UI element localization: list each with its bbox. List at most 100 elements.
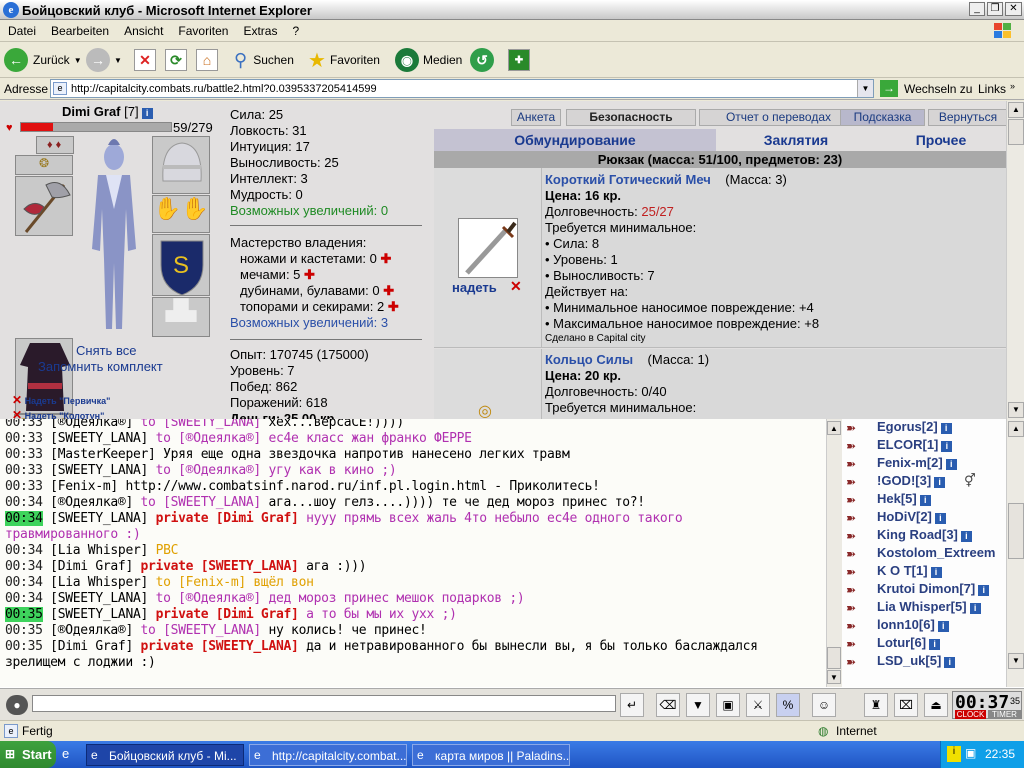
- timer-tab[interactable]: TIMER: [988, 710, 1021, 719]
- return-button[interactable]: Вернуться: [928, 109, 1008, 126]
- info-icon[interactable]: i: [919, 495, 931, 506]
- menu-favoriten[interactable]: Favoriten: [170, 20, 235, 38]
- scroll-up-arrow-icon[interactable]: ▲: [827, 421, 841, 435]
- wear-link[interactable]: надеть: [452, 280, 497, 295]
- user-name[interactable]: Fenix-m[2] i: [877, 455, 957, 470]
- private-message-icon[interactable]: ➽: [846, 583, 864, 597]
- clock-tab[interactable]: CLOCK: [955, 710, 986, 719]
- hint-button[interactable]: Подсказка: [840, 109, 925, 126]
- transfers-report-button[interactable]: Отчет о переводах: [699, 109, 858, 126]
- drop-icon[interactable]: ✕: [510, 278, 522, 295]
- private-message-icon[interactable]: ➽: [846, 475, 864, 489]
- user-list-item[interactable]: ➽ Fenix-m[2] i: [842, 455, 1008, 473]
- search-button[interactable]: ⚲ Suchen: [234, 46, 294, 74]
- user-list-item[interactable]: ➽ Egorus[2] i: [842, 419, 1008, 437]
- chat-recipient[interactable]: to [®Одеялка®]: [156, 431, 262, 446]
- exit-icon[interactable]: ⏏: [924, 693, 948, 717]
- user-name[interactable]: Krutoi Dimon[7] i: [877, 581, 990, 596]
- chat-nick[interactable]: [SWEETY_LANA]: [50, 591, 148, 606]
- maximize-button[interactable]: ❐: [987, 2, 1003, 16]
- chat-nick[interactable]: [SWEETY_LANA]: [50, 511, 148, 526]
- plus-icon[interactable]: ✚: [381, 251, 392, 266]
- chat-recipient[interactable]: to [SWEETY_LANA]: [141, 495, 262, 510]
- chat-recipient[interactable]: to [SWEETY_LANA]: [141, 419, 262, 430]
- boots-slot[interactable]: ▟▙: [152, 297, 210, 337]
- set-secondary-link[interactable]: ✕ Надеть "Колотун": [12, 408, 104, 419]
- smile-icon[interactable]: ☺: [812, 693, 836, 717]
- user-name[interactable]: !GOD![3] i: [877, 473, 946, 488]
- chat-recipient[interactable]: to [SWEETY_LANA]: [141, 623, 262, 638]
- user-list-item[interactable]: ➽ King Road[3] i: [842, 527, 1008, 545]
- security-button[interactable]: Безопасность: [566, 109, 696, 126]
- users-scrollbar[interactable]: ▲ ▼: [1006, 419, 1024, 687]
- helmet-slot[interactable]: [152, 136, 210, 194]
- private-message-icon[interactable]: ➽: [846, 619, 864, 633]
- user-list-item[interactable]: ➽ K O T[1] i: [842, 563, 1008, 581]
- chat-nick[interactable]: [MasterKeeper]: [50, 447, 156, 462]
- chat-nick[interactable]: [Fenix-m]: [50, 479, 118, 494]
- minimize-button[interactable]: _: [969, 2, 985, 16]
- page-scrollbar[interactable]: ▲ ▼: [1006, 101, 1024, 419]
- private-message-icon[interactable]: ➽: [846, 529, 864, 543]
- info-icon[interactable]: i: [929, 639, 941, 650]
- scroll-up-arrow-icon[interactable]: ▲: [1008, 421, 1024, 437]
- user-name[interactable]: ELCOR[1] i: [877, 437, 953, 452]
- info-icon[interactable]: i: [937, 621, 949, 632]
- back-button[interactable]: ← Zurück ▼: [4, 46, 82, 74]
- remember-set-link[interactable]: Запомнить комплект: [38, 359, 163, 374]
- media-button[interactable]: ◉ Medien: [395, 46, 462, 74]
- set-primary-link[interactable]: ✕ Надеть "Первичка": [12, 393, 110, 407]
- chat-scrollbar[interactable]: ▲ ▼: [826, 419, 842, 687]
- item-name[interactable]: Кольцо Силы: [545, 352, 633, 367]
- private-message-icon[interactable]: ➽: [846, 421, 864, 435]
- chat-nick[interactable]: [SWEETY_LANA]: [50, 431, 148, 446]
- send-icon[interactable]: ↵: [620, 693, 644, 717]
- scrollbar-thumb[interactable]: [1008, 503, 1024, 559]
- info-icon[interactable]: i: [934, 477, 946, 488]
- scroll-up-arrow-icon[interactable]: ▲: [1008, 102, 1024, 118]
- info-icon[interactable]: i: [978, 585, 990, 596]
- profile-button[interactable]: Анкета: [511, 109, 561, 126]
- private-message-icon[interactable]: ➽: [846, 655, 864, 669]
- info-icon[interactable]: i: [969, 603, 981, 614]
- scroll-down-arrow-icon[interactable]: ▼: [1008, 653, 1024, 669]
- address-input[interactable]: e http://capitalcity.combats.ru/battle2.…: [50, 79, 874, 98]
- info-icon[interactable]: i: [141, 108, 153, 119]
- user-name[interactable]: lonn10[6] i: [877, 617, 949, 632]
- shield-slot[interactable]: S: [152, 234, 210, 296]
- user-list-item[interactable]: ➽ ELCOR[1] i: [842, 437, 1008, 455]
- links-button[interactable]: Links: [978, 82, 1006, 96]
- info-icon[interactable]: i: [930, 567, 942, 578]
- tab-other[interactable]: Прочее: [876, 129, 1006, 151]
- task-paladins[interactable]: e карта миров || Paladins....: [412, 744, 570, 766]
- user-name[interactable]: Lia Whisper[5] i: [877, 599, 981, 614]
- bag-icon[interactable]: ♜: [864, 693, 888, 717]
- task-capitalcity[interactable]: e http://capitalcity.combat...: [249, 744, 407, 766]
- close-button[interactable]: ✕: [1005, 2, 1022, 16]
- chat-nick[interactable]: [SWEETY_LANA]: [50, 607, 148, 622]
- scroll-down-arrow-icon[interactable]: ▼: [1008, 402, 1024, 418]
- user-name[interactable]: Lotur[6] i: [877, 635, 941, 650]
- user-list-item[interactable]: ➽ Lotur[6] i: [842, 635, 1008, 653]
- ring-icon[interactable]: ◎: [478, 401, 498, 420]
- info-icon[interactable]: i: [960, 531, 972, 542]
- user-list-item[interactable]: ➽ Lia Whisper[5] i: [842, 599, 1008, 617]
- user-list-item[interactable]: ➽ HoDiV[2] i: [842, 509, 1008, 527]
- forward-button[interactable]: → ▼: [86, 46, 122, 74]
- scroll-down-arrow-icon[interactable]: ▼: [827, 670, 841, 684]
- amulet-slot[interactable]: ❂: [15, 155, 73, 175]
- user-name[interactable]: King Road[3] i: [877, 527, 972, 542]
- clear-icon[interactable]: ⌫: [656, 693, 680, 717]
- home-button[interactable]: ⌂: [196, 46, 218, 74]
- chevron-right-icon[interactable]: »: [1010, 81, 1015, 91]
- chat-private-recipient[interactable]: private [Dimi Graf]: [156, 511, 299, 526]
- chat-private-recipient[interactable]: private [SWEETY_LANA]: [141, 639, 299, 654]
- user-name[interactable]: Egorus[2] i: [877, 419, 952, 434]
- info-icon[interactable]: i: [941, 441, 953, 452]
- user-list-item[interactable]: ➽ Kostolom_Extreem: [842, 545, 1008, 563]
- chat-private-recipient[interactable]: private [Dimi Graf]: [156, 607, 299, 622]
- user-list-item[interactable]: ➽ Krutoi Dimon[7] i: [842, 581, 1008, 599]
- info-icon[interactable]: i: [934, 513, 946, 524]
- chat-input[interactable]: [32, 695, 616, 712]
- chat-nick[interactable]: [Lia Whisper]: [50, 575, 148, 590]
